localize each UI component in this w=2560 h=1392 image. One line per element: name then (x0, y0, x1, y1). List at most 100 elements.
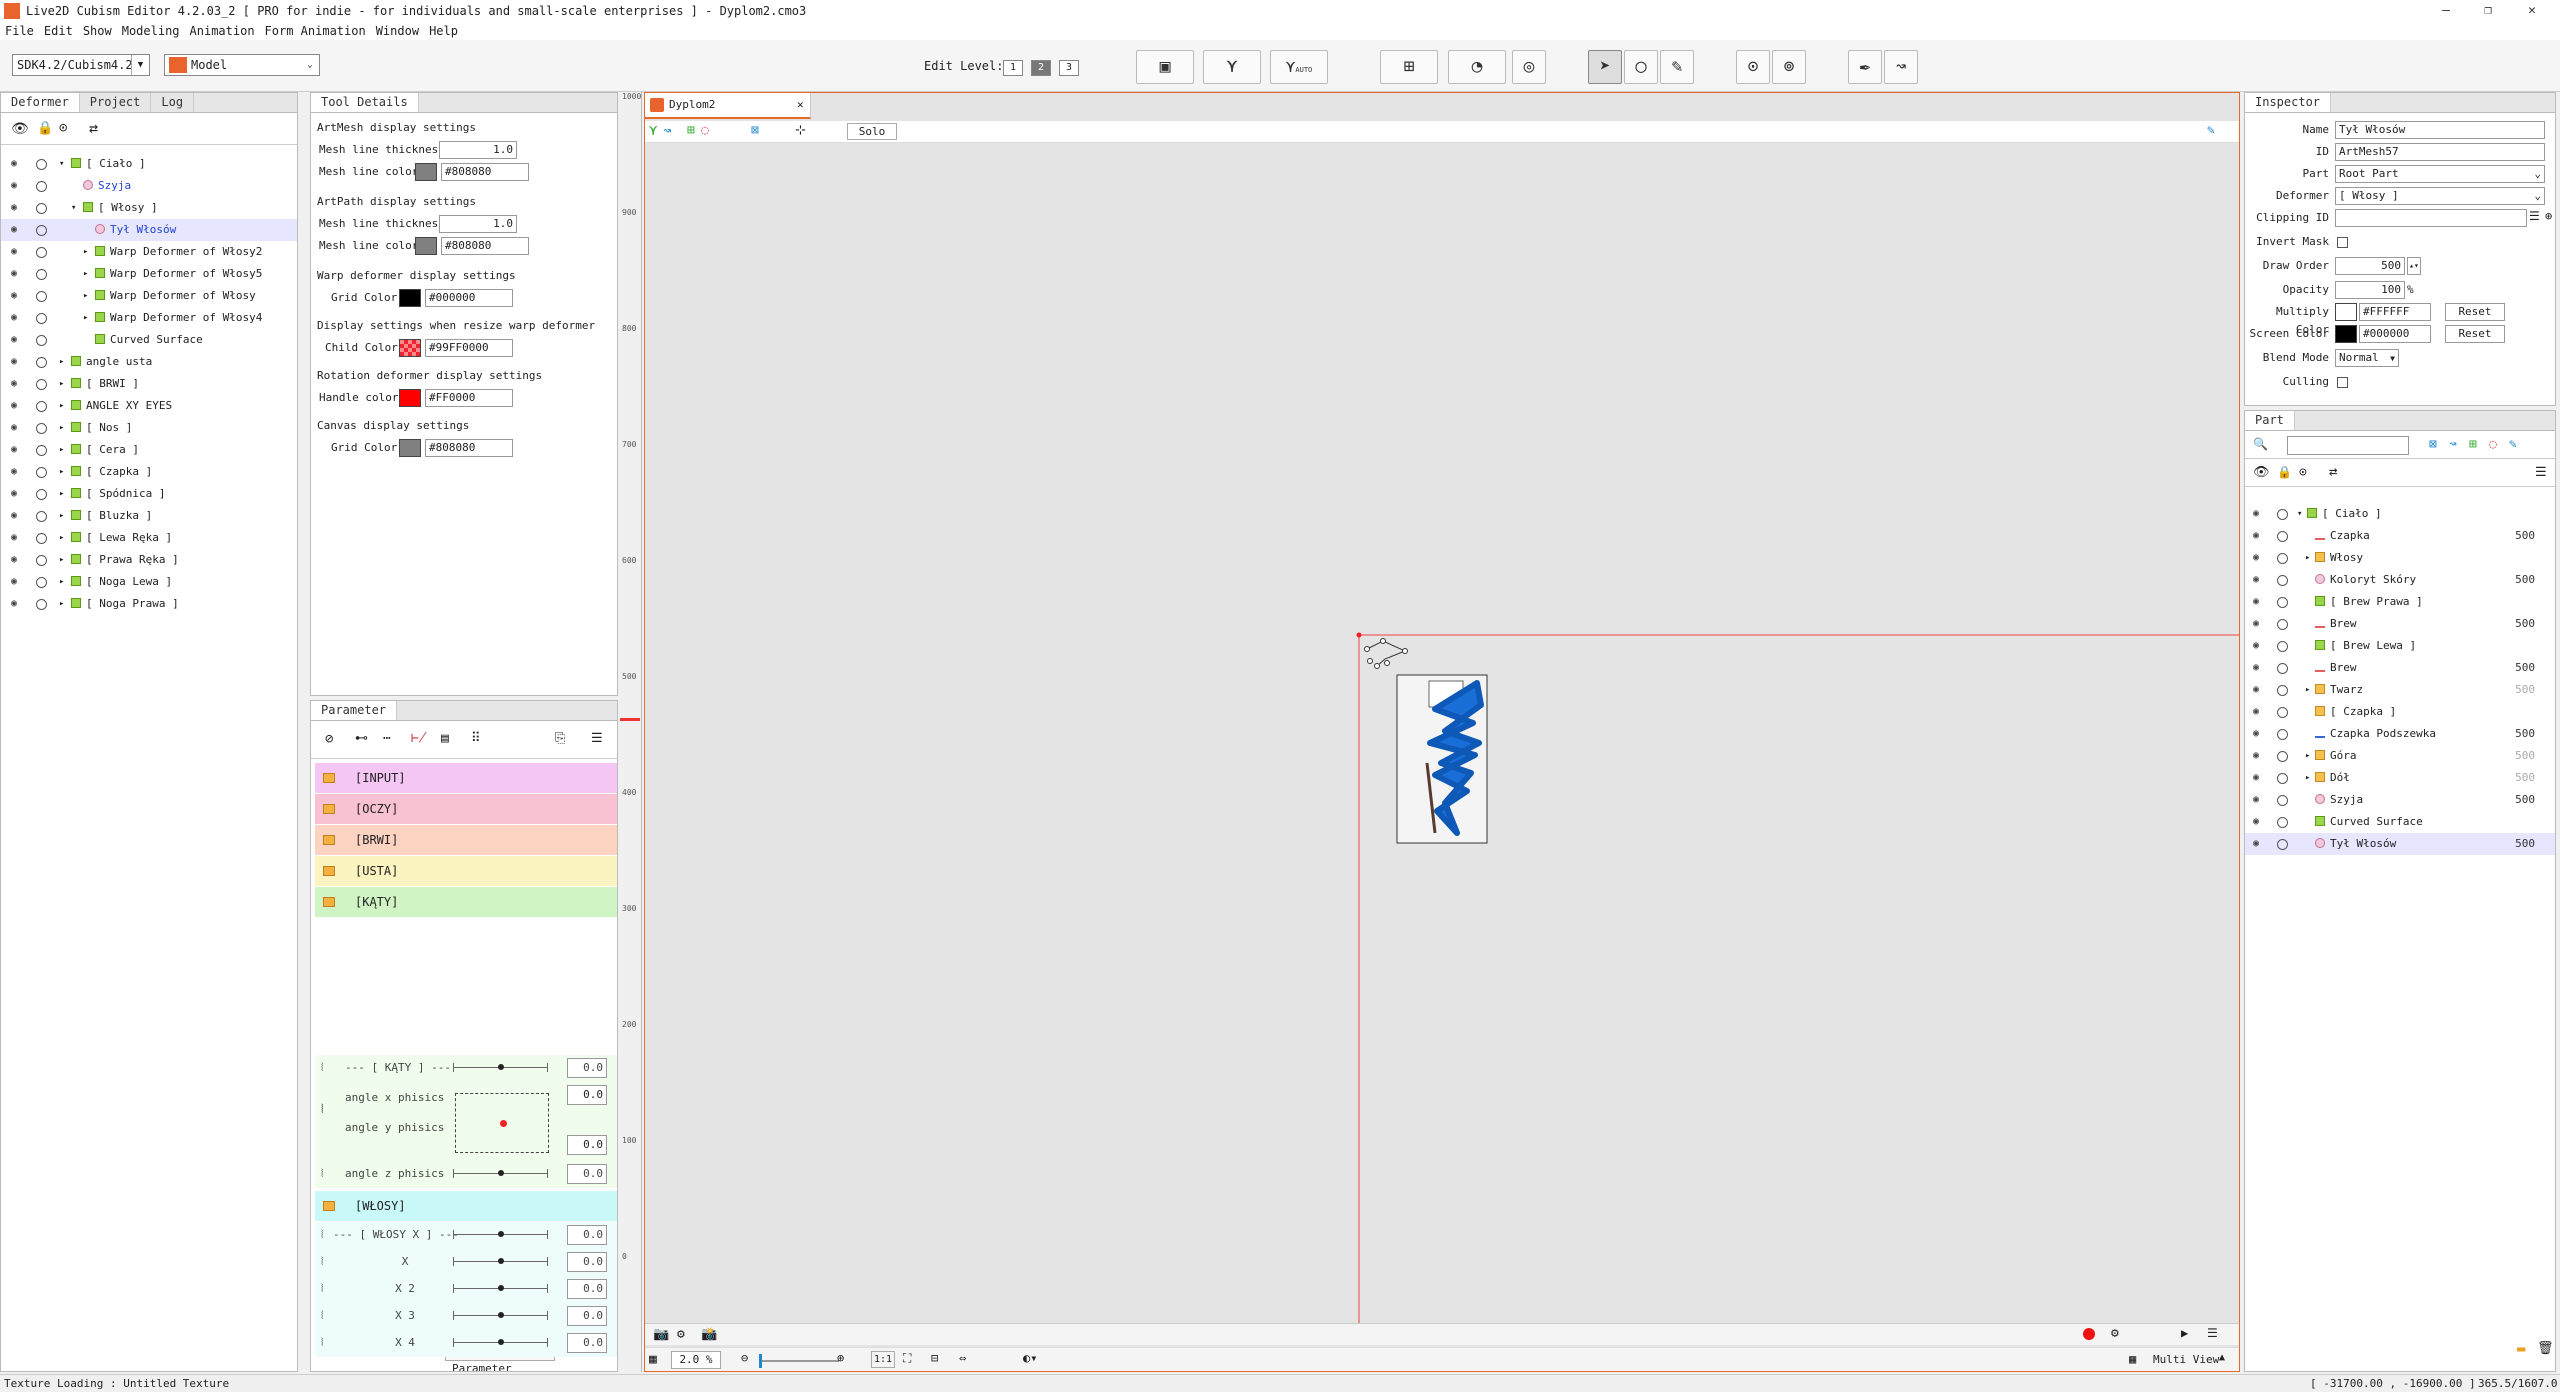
param-slider[interactable] (453, 1311, 548, 1320)
part-tree-row[interactable]: ◉ Curved Surface (2245, 811, 2555, 833)
path-display-icon[interactable]: ↝ (663, 123, 671, 139)
mesh-display-icon[interactable]: ⋎ (649, 123, 657, 139)
table-icon[interactable]: ▤ (441, 731, 449, 746)
menu-show[interactable]: Show (78, 24, 117, 38)
expand-arrow-icon[interactable]: ▸ (2305, 745, 2310, 767)
eye-icon[interactable]: ◉ (2253, 706, 2265, 718)
param-slider[interactable] (453, 1338, 548, 1347)
deformer-tree-row[interactable]: ◉ ▸ [ Spódnica ] (1, 483, 297, 505)
expand-arrow-icon[interactable]: ▸ (59, 351, 64, 373)
menu-icon[interactable]: ☰ (2535, 465, 2547, 480)
folder-icon[interactable]: ▬ (2517, 1341, 2525, 1357)
actual-size-button[interactable]: 1:1 (871, 1351, 895, 1368)
screen-reset-button[interactable]: Reset (2445, 325, 2505, 343)
param-value[interactable]: 0.0 (567, 1252, 607, 1272)
expand-arrow-icon[interactable]: ▸ (59, 483, 64, 505)
tab-tool-details[interactable]: Tool Details (311, 93, 419, 112)
expand-arrow-icon[interactable]: ▾ (71, 197, 76, 219)
minimize-button[interactable]: — (2428, 0, 2464, 22)
part-tree-row[interactable]: ◉ [ Brew Lewa ] (2245, 635, 2555, 657)
grid-toggle-icon[interactable]: ⊹ (795, 123, 806, 138)
tab-part[interactable]: Part (2245, 411, 2295, 430)
lock-toggle[interactable] (36, 401, 47, 412)
deformer-tree-row[interactable]: ◉ ▸ [ Noga Prawa ] (1, 593, 297, 615)
camera-settings-icon[interactable]: ⚙ (677, 1327, 685, 1342)
menu-edit[interactable]: Edit (39, 24, 78, 38)
part-tree-row[interactable]: ◉ ▸ Włosy (2245, 547, 2555, 569)
screen-color-input[interactable]: #000000 (2359, 325, 2431, 343)
eye-icon[interactable]: ◉ (11, 224, 23, 236)
lock-toggle[interactable] (36, 291, 47, 302)
trash-icon[interactable]: 🗑 (2537, 1341, 2554, 1356)
control-point[interactable] (1402, 648, 1408, 654)
tab-dyplom2[interactable]: Dyplom2 ✕ (645, 93, 811, 119)
add-key-icon[interactable]: ⊷ (355, 731, 368, 746)
eye-icon[interactable]: ◉ (2253, 574, 2265, 586)
control-point[interactable] (1367, 658, 1373, 664)
param-slider[interactable] (453, 1169, 548, 1178)
parameter-group[interactable]: [OCZY] (315, 794, 617, 824)
rotation-icon[interactable]: ◌ (2489, 437, 2497, 452)
eye-icon[interactable]: ◉ (11, 598, 23, 610)
parameter-group[interactable]: [INPUT] (315, 763, 617, 793)
record-button[interactable] (2083, 1328, 2095, 1340)
deformer-tree-row[interactable]: ◉ ▸ Warp Deformer of Włosy4 (1, 307, 297, 329)
part-tree-row[interactable]: ◉ [ Brew Prawa ] (2245, 591, 2555, 613)
screen-color-swatch[interactable] (2335, 325, 2357, 343)
lock-toggle[interactable] (2277, 839, 2288, 850)
lock-toggle[interactable] (36, 269, 47, 280)
expand-arrow-icon[interactable]: ▾ (2297, 503, 2302, 525)
eye-icon[interactable]: ◉ (2253, 530, 2265, 542)
eye-icon[interactable]: ◉ (2253, 750, 2265, 762)
artmesh-color-swatch[interactable] (415, 163, 437, 181)
expand-arrow-icon[interactable]: ▸ (2305, 679, 2310, 701)
deformer-tree-row[interactable]: ◉ ▸ Warp Deformer of Włosy (1, 285, 297, 307)
lock-toggle[interactable] (36, 379, 47, 390)
sdk-select[interactable]: SDK4.2/Cubism4.2 ▼ (12, 54, 150, 76)
lock-toggle[interactable] (36, 577, 47, 588)
eye-icon[interactable]: ◉ (11, 290, 23, 302)
eye-icon[interactable]: ◉ (2253, 838, 2265, 850)
arrow-tool-button[interactable]: ➤ (1588, 50, 1622, 84)
artpath-color-swatch[interactable] (415, 237, 437, 255)
param-value[interactable]: 0.0 (567, 1225, 607, 1245)
param-slider[interactable] (453, 1230, 548, 1239)
menu-animation[interactable]: Animation (185, 24, 260, 38)
stepper-icon[interactable]: ▴▾ (2407, 257, 2421, 275)
lock-toggle[interactable] (2277, 773, 2288, 784)
tab-deformer[interactable]: Deformer (1, 93, 80, 112)
child-color-input[interactable]: #99FF0000 (425, 339, 513, 357)
canvas-grid-swatch[interactable] (399, 439, 421, 457)
display-mode-icon[interactable]: ◐▾ (1023, 1351, 1037, 1365)
lasso-tool-button[interactable]: ◯ (1624, 50, 1658, 84)
eye-icon[interactable]: ◉ (11, 356, 23, 368)
lock-toggle[interactable] (36, 313, 47, 324)
lock-toggle[interactable] (36, 357, 47, 368)
lock-icon[interactable]: 🔒 (37, 121, 53, 136)
path-icon[interactable]: ↝ (2449, 437, 2457, 452)
expand-icon[interactable]: ⊙ (59, 120, 67, 136)
handle-color-swatch[interactable] (399, 389, 421, 407)
draw-order-input[interactable]: 500 (2335, 257, 2405, 275)
expand-arrow-icon[interactable]: ▸ (59, 505, 64, 527)
lock-toggle[interactable] (2277, 817, 2288, 828)
part-tree-row[interactable]: ◉ Brew 500 (2245, 613, 2555, 635)
lock-toggle[interactable] (2277, 729, 2288, 740)
expand-arrow-icon[interactable]: ▸ (83, 241, 88, 263)
eye-icon[interactable]: ◉ (11, 180, 23, 192)
menu-window[interactable]: Window (371, 24, 424, 38)
expand-arrow-icon[interactable]: ▸ (59, 571, 64, 593)
lock-toggle[interactable] (2277, 641, 2288, 652)
add-key-3-icon[interactable]: ⋯ (383, 731, 391, 746)
part-tree-row[interactable]: ◉ ▸ Góra 500 (2245, 745, 2555, 767)
eye-icon[interactable]: 👁 (11, 121, 29, 137)
lock-toggle[interactable] (36, 181, 47, 192)
tab-log[interactable]: Log (151, 93, 195, 112)
lock-toggle[interactable] (36, 247, 47, 258)
artpath-thickness-input[interactable]: 1.0 (439, 215, 517, 233)
param-value[interactable]: 0.0 (567, 1306, 607, 1326)
expand-arrow-icon[interactable]: ▾ (59, 153, 64, 175)
eye-icon[interactable]: ◉ (11, 576, 23, 588)
deformer-tree-row[interactable]: ◉ ▸ ANGLE XY EYES (1, 395, 297, 417)
eye-icon[interactable]: ◉ (2253, 728, 2265, 740)
